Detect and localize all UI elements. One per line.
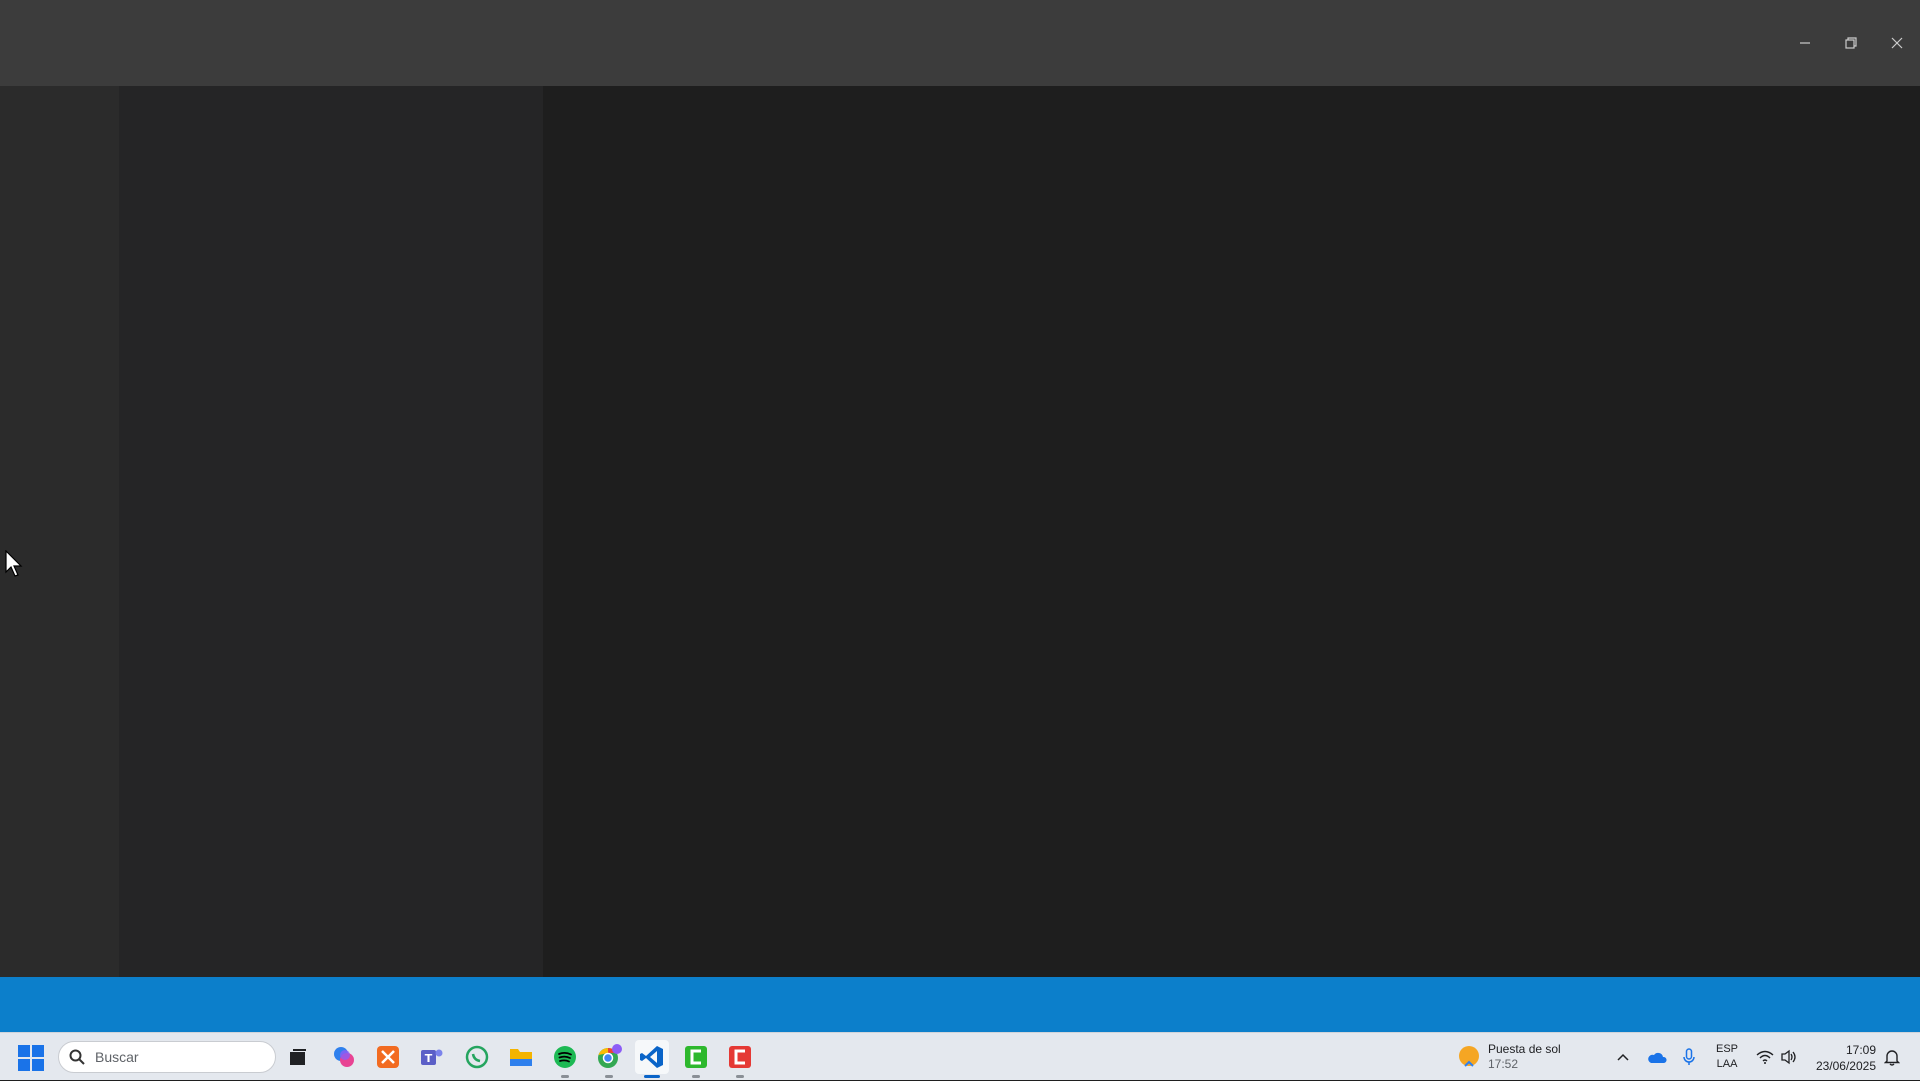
- weather-time: 17:52: [1488, 1057, 1519, 1071]
- network-tray-button[interactable]: [1756, 1033, 1774, 1081]
- windows-taskbar: Buscar T Puesta de sol 17:52 ESP LAA 17:…: [0, 1032, 1920, 1080]
- taskbar-app-chrome[interactable]: [592, 1040, 626, 1078]
- taskbar-app-vscode[interactable]: [635, 1040, 669, 1078]
- taskbar-app-whatsapp[interactable]: [460, 1040, 494, 1074]
- onedrive-tray-button[interactable]: [1647, 1033, 1667, 1081]
- input-language-indicator[interactable]: ESP LAA: [1716, 1042, 1738, 1072]
- chrome-icon: [598, 1044, 622, 1068]
- running-indicator: [736, 1075, 744, 1078]
- onedrive-cloud-icon: [1648, 1052, 1667, 1063]
- spotify-icon: [554, 1046, 576, 1068]
- editor-area[interactable]: [543, 86, 1920, 977]
- whatsapp-icon: [465, 1045, 489, 1069]
- side-bar: [119, 86, 543, 977]
- teams-icon: T: [421, 1049, 443, 1065]
- language-code: ESP: [1716, 1043, 1739, 1055]
- weather-text: Puesta de sol 17:52: [1488, 1042, 1561, 1072]
- close-button[interactable]: [1874, 22, 1920, 64]
- restore-button[interactable]: [1828, 22, 1874, 64]
- windows-logo-tile: [18, 1059, 30, 1071]
- taskbar-app-camtasia-green[interactable]: [679, 1040, 713, 1078]
- microphone-tray-button[interactable]: [1682, 1033, 1696, 1081]
- windows-logo-tile: [18, 1045, 30, 1057]
- running-indicator: [561, 1075, 569, 1078]
- camtasia-red-icon: [729, 1046, 751, 1068]
- task-view-icon: [290, 1049, 306, 1065]
- minimize-icon: [1800, 42, 1810, 44]
- microphone-icon: [1683, 1048, 1695, 1065]
- sunset-icon: [1459, 1046, 1479, 1067]
- volume-icon: [1781, 1049, 1796, 1065]
- minimize-button[interactable]: [1782, 22, 1828, 64]
- show-hidden-icons-button[interactable]: [1616, 1033, 1630, 1081]
- status-bar: [0, 977, 1920, 1032]
- taskbar-app-camtasia-red[interactable]: [723, 1040, 757, 1078]
- taskbar-app-copilot[interactable]: [327, 1040, 361, 1074]
- running-indicator: [605, 1075, 613, 1078]
- weather-label: Puesta de sol: [1488, 1042, 1561, 1056]
- search-placeholder: Buscar: [95, 1049, 139, 1065]
- close-icon: [1891, 37, 1903, 49]
- svg-text:T: T: [425, 1052, 433, 1065]
- windows-logo-tile: [32, 1059, 44, 1071]
- clock-time: 17:09: [1845, 1043, 1876, 1057]
- xampp-icon: [377, 1046, 399, 1068]
- window-controls: [1782, 22, 1920, 64]
- taskbar-app-xampp[interactable]: [371, 1040, 405, 1074]
- volume-tray-button[interactable]: [1780, 1033, 1798, 1081]
- vscode-icon: [640, 1046, 663, 1068]
- taskbar-clock[interactable]: 17:09 23/06/2025: [1816, 1042, 1876, 1074]
- task-view-button[interactable]: [281, 1040, 315, 1074]
- folder-icon: [510, 1049, 532, 1066]
- search-icon: [69, 1049, 85, 1065]
- restore-icon: [1845, 37, 1857, 49]
- windows-logo-tile: [32, 1045, 44, 1057]
- wifi-icon: [1756, 1050, 1774, 1064]
- taskbar-app-file-explorer[interactable]: [504, 1040, 538, 1074]
- start-button[interactable]: [18, 1045, 44, 1071]
- notification-bell-icon: [1884, 1050, 1900, 1066]
- keyboard-layout: LAA: [1716, 1058, 1738, 1070]
- title-bar[interactable]: [0, 0, 1920, 86]
- camtasia-green-icon: [685, 1046, 707, 1068]
- taskbar-search-box[interactable]: Buscar: [58, 1041, 276, 1073]
- activity-bar: [0, 86, 119, 977]
- running-indicator: [692, 1075, 700, 1078]
- mouse-cursor-icon: [5, 550, 23, 577]
- clock-date: 23/06/2025: [1815, 1059, 1876, 1073]
- weather-widget[interactable]: Puesta de sol 17:52: [1456, 1033, 1561, 1081]
- copilot-icon: [334, 1047, 354, 1067]
- taskbar-app-spotify[interactable]: [548, 1040, 582, 1078]
- notification-center-button[interactable]: [1884, 1033, 1900, 1081]
- active-indicator: [644, 1075, 660, 1078]
- taskbar-app-teams[interactable]: T: [415, 1040, 449, 1074]
- chevron-up-icon: [1617, 1053, 1629, 1061]
